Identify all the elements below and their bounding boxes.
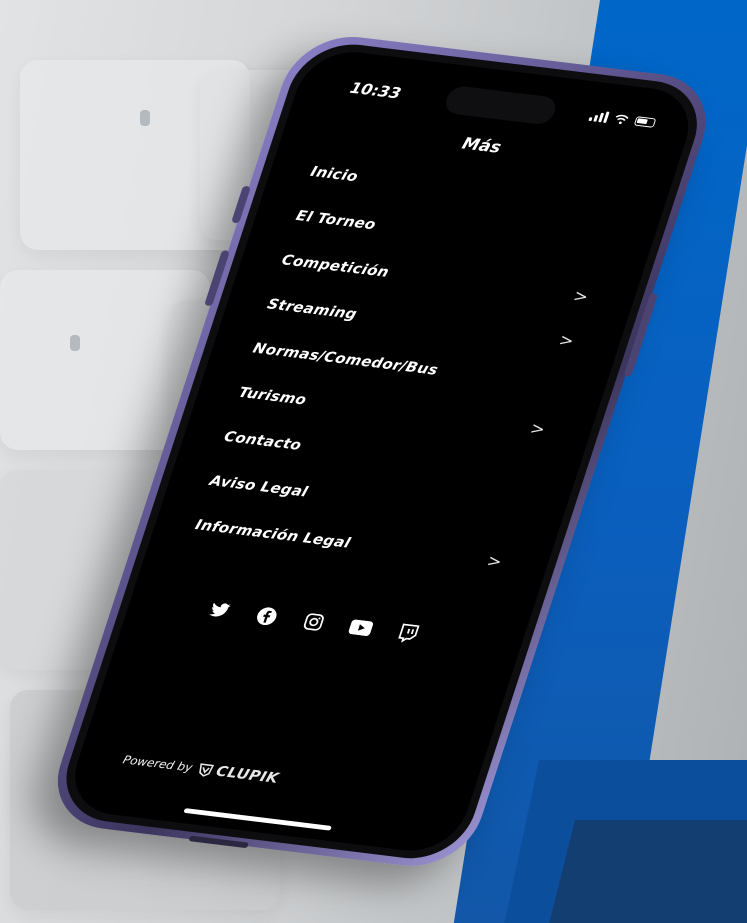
menu-item-label: El Torneo	[293, 206, 379, 234]
menu-item-label: Normas/Comedor/Bus	[250, 339, 441, 379]
powered-by: Powered by CLUPIK	[121, 751, 282, 787]
dynamic-island	[442, 84, 560, 126]
menu-item-label: Aviso Legal	[207, 471, 311, 501]
menu-item-label: Inicio	[308, 162, 361, 186]
page-title: Más	[459, 134, 504, 158]
navy-accent-strip	[545, 820, 747, 923]
chevron-right-icon: >	[527, 419, 548, 440]
twitch-icon[interactable]	[394, 622, 422, 645]
status-icons	[588, 110, 657, 129]
chevron-right-icon: >	[556, 330, 577, 352]
powered-by-label: Powered by	[121, 752, 195, 775]
youtube-icon[interactable]	[347, 616, 375, 639]
background-detail	[140, 110, 150, 126]
menu-item-label: Información Legal	[193, 516, 353, 552]
social-links	[206, 599, 422, 645]
clupik-brand-text: CLUPIK	[213, 762, 282, 787]
signal-icon	[588, 110, 610, 123]
menu-item-label: Streaming	[265, 295, 360, 323]
instagram-icon[interactable]	[300, 611, 328, 634]
status-time: 10:33	[347, 78, 404, 103]
menu-item-label: Turismo	[236, 383, 309, 409]
chevron-right-icon: >	[484, 551, 505, 572]
battery-icon	[633, 116, 657, 128]
clupik-logo-icon	[199, 763, 215, 777]
twitter-icon[interactable]	[206, 599, 234, 622]
menu-item-label: Competición	[279, 251, 392, 281]
chevron-right-icon: >	[570, 286, 591, 307]
menu-item-label: Contacto	[221, 427, 304, 454]
clupik-logo[interactable]: CLUPIK	[195, 760, 282, 787]
background-detail	[70, 335, 80, 351]
wifi-icon	[615, 114, 629, 125]
facebook-icon[interactable]	[253, 605, 281, 628]
